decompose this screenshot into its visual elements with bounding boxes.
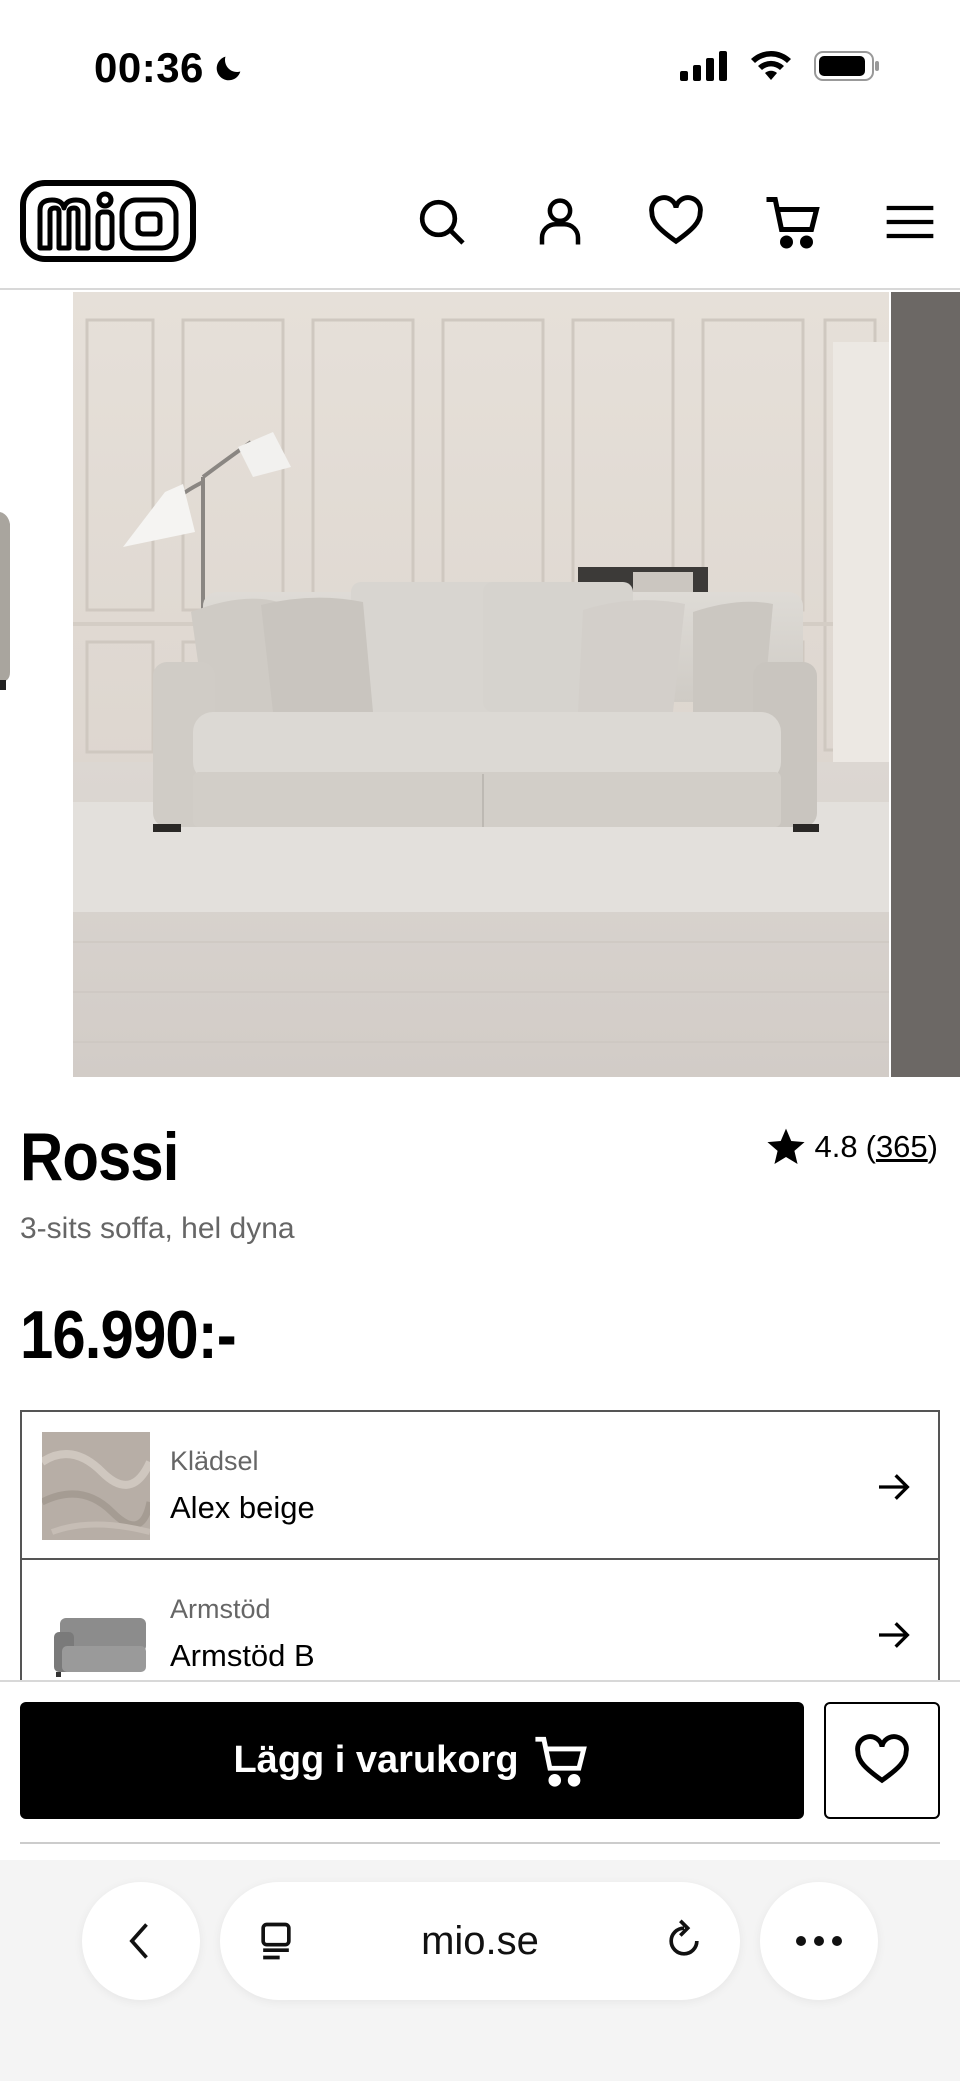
mio-logo[interactable] [20, 180, 196, 262]
status-bar: 00:36 [0, 0, 960, 140]
review-count-link[interactable]: (365) [866, 1129, 938, 1165]
add-to-cart-button[interactable]: Lägg i varukorg [20, 1702, 804, 1819]
product-subtitle: 3-sits soffa, hel dyna [20, 1212, 295, 1245]
product-title: Rossi [20, 1119, 179, 1195]
option-label: Armstöd [170, 1594, 271, 1624]
menu-icon[interactable] [880, 192, 940, 252]
buy-bar: Lägg i varukorg [0, 1680, 960, 1844]
cart-icon[interactable] [764, 192, 824, 252]
status-time: 00:36 [94, 44, 246, 92]
site-header [0, 160, 960, 290]
add-to-cart-label: Lägg i varukorg [233, 1739, 519, 1781]
status-indicators [680, 50, 880, 82]
chevron-left-icon [129, 1923, 148, 1959]
reload-icon[interactable] [662, 1919, 706, 1963]
wishlist-button[interactable] [824, 1702, 940, 1819]
option-label: Klädsel [170, 1446, 259, 1476]
previous-image-peek[interactable] [0, 292, 72, 1077]
cart-icon [534, 1736, 587, 1787]
heart-icon[interactable] [646, 192, 706, 252]
more-dots-icon [796, 1936, 842, 1946]
next-image-peek[interactable] [891, 292, 960, 1077]
upholstery-option[interactable]: Klädsel Alex beige [20, 1410, 940, 1560]
heart-icon [855, 1733, 909, 1783]
back-button[interactable] [82, 1882, 200, 2000]
url-text: mio.se [421, 1918, 539, 1963]
product-image-gallery[interactable] [0, 292, 960, 1077]
battery-icon [814, 51, 879, 81]
divider [20, 1842, 940, 1844]
browser-toolbar: mio.se [0, 1860, 960, 2081]
review-count[interactable]: 365 [876, 1129, 928, 1164]
fabric-swatch-image [42, 1432, 150, 1540]
clock-text: 00:36 [94, 44, 204, 91]
armrest-sofa-image [42, 1580, 150, 1688]
option-value: Alex beige [170, 1490, 315, 1525]
arrow-right-icon [879, 1622, 910, 1648]
moon-icon [216, 56, 241, 81]
product-rating[interactable]: 4.8 (365) [765, 1126, 938, 1168]
rating-value: 4.8 [814, 1129, 858, 1164]
arrow-right-icon [879, 1474, 910, 1500]
tab-overview-icon[interactable] [254, 1919, 298, 1963]
star-icon [766, 1128, 805, 1164]
address-bar[interactable]: mio.se [220, 1882, 740, 2000]
option-value: Armstöd B [170, 1638, 315, 1673]
account-icon[interactable] [530, 192, 590, 252]
more-button[interactable] [760, 1882, 878, 2000]
product-price: 16.990:- [20, 1297, 237, 1373]
signal-icon [680, 51, 727, 81]
sofa-product-image [73, 292, 889, 1077]
wifi-icon [751, 51, 791, 80]
search-icon[interactable] [412, 192, 472, 252]
